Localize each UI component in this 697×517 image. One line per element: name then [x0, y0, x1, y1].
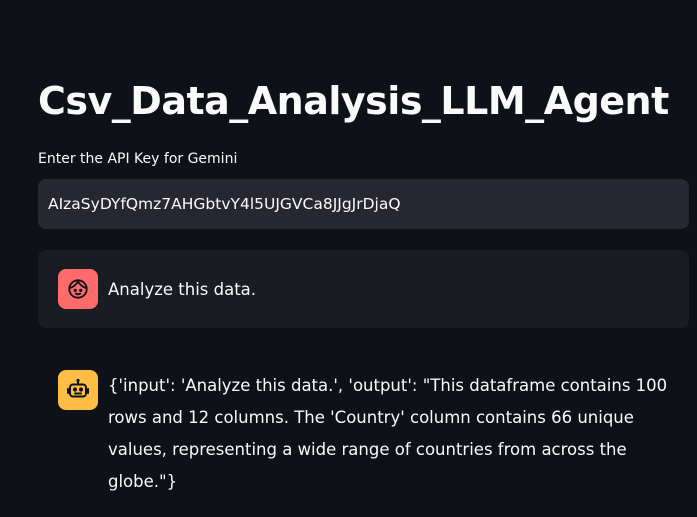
api-key-input[interactable] — [38, 179, 689, 229]
user-face-icon — [58, 269, 98, 309]
api-key-label: Enter the API Key for Gemini — [38, 151, 238, 167]
user-chat-message: Analyze this data. — [38, 250, 689, 328]
assistant-chat-message: {'input': 'Analyze this data.', 'output'… — [38, 350, 689, 510]
page-title: Csv_Data_Analysis_LLM_Agent — [38, 79, 669, 123]
user-message-text: Analyze this data. — [108, 280, 257, 299]
app-main: Csv_Data_Analysis_LLM_Agent Enter the AP… — [0, 0, 697, 517]
assistant-message-text: {'input': 'Analyze this data.', 'output'… — [108, 376, 668, 491]
robot-icon — [58, 370, 98, 410]
